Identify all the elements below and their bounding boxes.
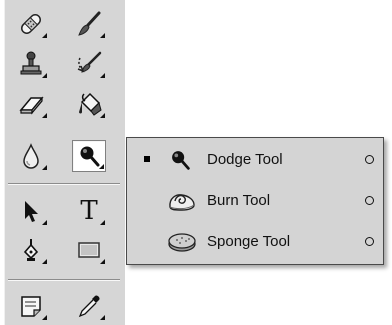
menu-item-label: Dodge Tool: [207, 151, 283, 168]
more-tools-indicator: [100, 259, 105, 264]
stamp-icon: [17, 50, 45, 78]
path-selection-tool-button[interactable]: [14, 195, 48, 227]
dodge-tool-flyout-menu: Dodge Tool Burn Tool Sponge Tool: [126, 137, 384, 265]
menu-item-dodge-tool[interactable]: Dodge Tool: [127, 141, 383, 179]
eyedropper-icon: [75, 292, 103, 320]
shortcut-o-icon: [365, 155, 374, 164]
toolbox: T: [0, 0, 134, 325]
clone-stamp-tool-button[interactable]: [14, 48, 48, 80]
more-tools-indicator: [42, 113, 47, 118]
history-brush-tool-button[interactable]: [72, 48, 106, 80]
eyedropper-tool-button[interactable]: [72, 290, 106, 322]
more-tools-indicator: [100, 73, 105, 78]
more-tools-indicator: [99, 164, 104, 169]
toolbox-divider: [8, 279, 120, 280]
more-tools-indicator: [42, 315, 47, 320]
toolbox-divider: [8, 183, 120, 184]
type-icon: T: [80, 196, 98, 226]
more-tools-indicator: [100, 33, 105, 38]
rectangle-icon: [75, 236, 103, 264]
menu-item-sponge-tool[interactable]: Sponge Tool: [127, 223, 383, 261]
dodge-icon: [167, 147, 193, 177]
note-icon: [17, 292, 45, 320]
more-tools-indicator: [42, 73, 47, 78]
drop-icon: [17, 142, 45, 170]
paint-bucket-tool-button[interactable]: [72, 88, 106, 120]
eraser-tool-button[interactable]: [14, 88, 48, 120]
more-tools-indicator: [100, 220, 105, 225]
brush-tool-button[interactable]: [72, 8, 106, 40]
more-tools-indicator: [100, 315, 105, 320]
blur-tool-button[interactable]: [14, 140, 48, 172]
sponge-icon: [167, 229, 197, 259]
healing-brush-tool-button[interactable]: [14, 8, 48, 40]
pen-tool-button[interactable]: [14, 234, 48, 266]
menu-item-label: Sponge Tool: [207, 233, 291, 250]
shape-tool-button[interactable]: [72, 234, 106, 266]
shortcut-o-icon: [365, 196, 374, 205]
more-tools-indicator: [100, 113, 105, 118]
arrow-icon: [17, 197, 45, 225]
pen-icon: [17, 236, 45, 264]
more-tools-indicator: [42, 33, 47, 38]
brush-icon: [75, 10, 103, 38]
paint-bucket-icon: [75, 90, 103, 118]
burn-icon: [167, 188, 197, 218]
dodge-tool-button[interactable]: [72, 140, 106, 172]
shortcut-o-icon: [365, 237, 374, 246]
selected-bullet-icon: [144, 156, 150, 162]
more-tools-indicator: [42, 165, 47, 170]
more-tools-indicator: [42, 220, 47, 225]
bandage-icon: [17, 10, 45, 38]
notes-tool-button[interactable]: [14, 290, 48, 322]
history-brush-icon: [75, 50, 103, 78]
menu-item-label: Burn Tool: [207, 192, 271, 209]
eraser-icon: [17, 90, 45, 118]
menu-item-burn-tool[interactable]: Burn Tool: [127, 182, 383, 220]
type-tool-button[interactable]: T: [72, 195, 106, 227]
more-tools-indicator: [42, 259, 47, 264]
